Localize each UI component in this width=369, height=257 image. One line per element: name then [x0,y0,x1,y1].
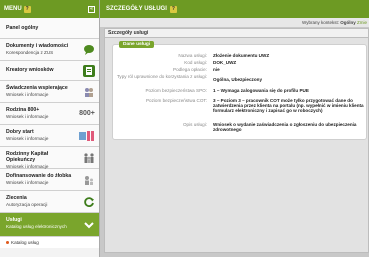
nursery-icon [83,174,95,186]
app-window: MENU? « Panel ogólny Dokumenty i wiadomo… [0,0,369,257]
field-value: 3 – Poziom 3 – pracownik COT może tylko … [213,98,364,113]
sidebar-item-label: Kreatory wniosków [6,67,54,73]
service-details-panel: Szczegóły usługi Dane usługi Nazwa usług… [104,28,369,253]
field-label: Poziom bezpieczeństwa SPO: [145,88,207,93]
sidebar-item-sublabel: Wniosek i informacje [6,180,49,185]
sidebar-item-rodzinny-kapital[interactable]: Rodzinny Kapitał Opiekuńczy Wniosek i in… [0,147,99,169]
field-value: nie [213,67,220,72]
help-icon[interactable]: ? [23,5,31,13]
sidebar-title: MENU [4,5,22,12]
main-header: SZCZEGÓŁY USŁUGI ? [100,0,369,18]
change-context-link[interactable]: Zmie [357,20,367,25]
field-row: Kod usługi: DOK_UWZ [113,60,368,65]
sidebar-item-uslugi[interactable]: Usługi Katalog usług elektronicznych [0,213,99,237]
field-label: Opis usługi: [182,122,207,127]
sidebar-item-sublabel: Katalog usług elektronicznych [6,224,67,229]
context-label: Wybrany kontekst: [301,20,339,25]
family-icon [83,152,95,164]
field-label: Nazwa usługi: [178,53,207,58]
field-label: Typy ról uprawnione do korzystania z usł… [116,74,207,79]
field-label: Podlega opłacie: [173,67,207,72]
service-data-fieldset: Dane usługi Nazwa usługi: Złożenie dokum… [112,41,368,140]
sidebar-item-panel-ogolny[interactable]: Panel ogólny [0,18,99,39]
sidebar-item-sublabel: Autoryzacja operacji [6,202,48,207]
field-value: 1 – Wymaga zalogowania się do profilu PU… [213,88,309,93]
field-row: Nazwa usługi: Złożenie dokumentu UWZ [113,53,368,58]
chevron-down-icon [83,219,95,231]
context-value: Ogólny [340,20,356,25]
sidebar-item-label: Świadczenia wspierające [6,85,68,91]
sidebar-item-label: Usługi [6,217,22,223]
sidebar-item-dokumenty[interactable]: Dokumenty i wiadomości Korespondencja z … [0,39,99,61]
field-value: Wniosek o wydanie zaświadczenia o zgłosz… [213,122,357,132]
field-row: Podlega opłacie: nie [113,67,368,72]
sidebar-header: MENU? « [0,0,99,18]
document-wizard-icon [83,64,95,77]
sidebar-item-label: Rodzina 800+ [6,107,40,113]
sidebar-item-label: Dobry start [6,129,34,135]
sidebar-item-label: Zlecenia [6,195,27,201]
sidebar-sublink-katalog[interactable]: Katalog usług [0,237,99,248]
main-area: SZCZEGÓŁY USŁUGI ? Wybrany kontekst: Ogó… [100,0,369,257]
fieldset-legend: Dane usługi [119,41,155,48]
field-label: Poziom bezpieczeństwa COT: [145,98,207,103]
field-row: Opis usługi: Wniosek o wydanie zaświadcz… [113,122,368,132]
speech-bubble-icon [83,44,95,56]
collapse-icon[interactable]: « [88,5,95,13]
sidebar-item-rodzina-800[interactable]: Rodzina 800+ Wniosek i informacje 800+ [0,103,99,125]
field-value: Złożenie dokumentu UWZ [213,53,270,58]
refresh-icon [83,196,95,208]
help-icon[interactable]: ? [169,5,177,13]
sidebar-item-label: Dokumenty i wiadomości [6,43,69,49]
sidebar-item-label: Panel ogólny [6,25,39,31]
sidebar-item-dofinansowanie[interactable]: Dofinansowanie do żłobka Wniosek i infor… [0,169,99,191]
sidebar-item-sublabel: Wniosek i informacje [6,136,49,141]
800-plus-badge: 800+ [79,109,95,117]
field-row: Poziom bezpieczeństwa COT: 3 – Poziom 3 … [113,98,368,113]
field-row: Poziom bezpieczeństwa SPO: 1 – Wymaga za… [113,88,368,93]
field-row: Typy ról uprawnione do korzystania z usł… [113,74,368,82]
sidebar-item-label: Dofinansowanie do żłobka [6,173,72,179]
sublink-label: Katalog usług [11,240,39,245]
sidebar-item-swiadczenia[interactable]: Świadczenia wspierające Wniosek i inform… [0,81,99,103]
context-bar: Wybrany kontekst: Ogólny Zmie [100,18,369,27]
sidebar-item-kreatory[interactable]: Kreatory wniosków [0,61,99,81]
sidebar: MENU? « Panel ogólny Dokumenty i wiadomo… [0,0,100,257]
sidebar-item-sublabel: Wniosek i informacje [6,92,49,97]
sidebar-item-dobry-start[interactable]: Dobry start Wniosek i informacje [0,125,99,147]
sidebar-item-label: Rodzinny Kapitał Opiekuńczy [6,151,49,163]
page-title: SZCZEGÓŁY USŁUGI [106,6,167,12]
bullet-icon [6,241,9,244]
sidebar-item-zlecenia[interactable]: Zlecenia Autoryzacja operacji [0,191,99,213]
sidebar-item-sublabel: Korespondencja z ZUS [6,50,54,55]
field-value: DOK_UWZ [213,60,237,65]
field-value: Ogólna, Ubezpieczony [213,77,263,82]
people-icon [83,86,95,98]
panel-title: Szczegóły usługi [105,29,368,38]
field-label: Kod usługi: [184,60,207,65]
dobry-start-icon [79,130,95,142]
sidebar-item-sublabel: Wniosek i informacje [6,114,49,119]
